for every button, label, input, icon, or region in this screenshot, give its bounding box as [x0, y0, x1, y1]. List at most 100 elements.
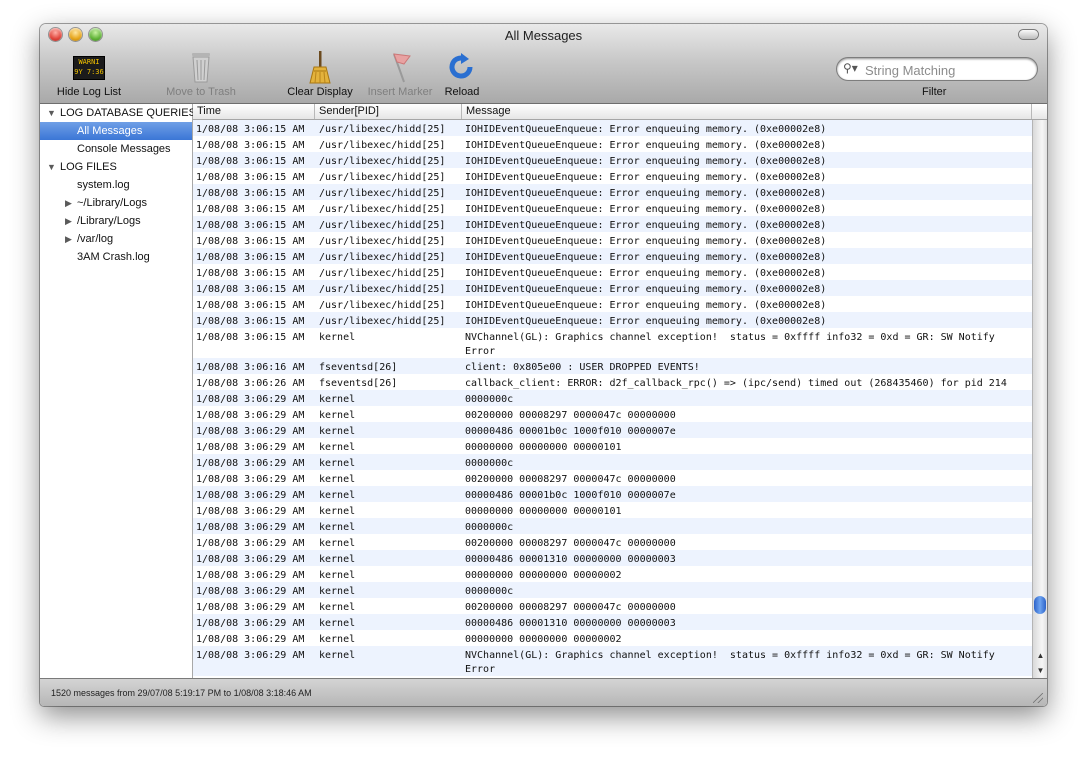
table-row[interactable]: 1/08/08 3:06:15 AM/usr/libexec/hidd[25] I…: [193, 248, 1032, 264]
table-row[interactable]: 1/08/08 3:06:15 AM/usr/libexec/hidd[25] I…: [193, 280, 1032, 296]
table-row[interactable]: 1/08/08 3:06:15 AM/usr/libexec/hidd[25] I…: [193, 296, 1032, 312]
table-row[interactable]: 1/08/08 3:06:29 AM kernel 00000000 0000000…: [193, 502, 1032, 518]
sidebar-item-console-messages[interactable]: Console Messages: [40, 140, 192, 158]
disclosure-closed-icon[interactable]: ▶: [65, 194, 72, 212]
cell-message: 0000000c: [465, 522, 514, 533]
cell-sender: kernel: [319, 522, 356, 533]
search-field[interactable]: ⚲▾: [837, 58, 1037, 80]
resize-grip-icon[interactable]: [1033, 693, 1043, 703]
table-row[interactable]: 1/08/08 3:06:26 AM fseventsd[26] callback_…: [193, 374, 1032, 390]
cell-message: IOHIDEventQueueEnqueue: Error enqueuing …: [465, 316, 827, 327]
cell-time: 1/08/08 3:06:26 AM: [196, 378, 305, 389]
table-row[interactable]: 1/08/08 3:06:15 AM kernel NVChannel(GL): G…: [193, 328, 1032, 358]
section-log-files[interactable]: ▼ LOG FILES: [40, 158, 192, 176]
table-row[interactable]: 1/08/08 3:06:29 AM kernel 00000486 0000131…: [193, 550, 1032, 566]
table-row[interactable]: 1/08/08 3:06:29 AM kernel 00000000 0000000…: [193, 630, 1032, 646]
hide-log-list-button[interactable]: WARNI 9Y 7:36 Hide Log List: [48, 50, 130, 98]
insert-marker-label: Insert Marker: [367, 86, 433, 98]
cell-time: 1/08/08 3:06:15 AM: [196, 268, 305, 279]
clear-display-button[interactable]: Clear Display: [280, 50, 360, 98]
cell-sender: kernel: [319, 538, 356, 549]
insert-marker-button[interactable]: Insert Marker: [360, 50, 440, 98]
table-row[interactable]: 1/08/08 3:06:29 AM kernel 0000000c: [193, 518, 1032, 534]
section-log-database-queries[interactable]: ▼ LOG DATABASE QUERIES: [40, 104, 196, 122]
table-row[interactable]: 1/08/08 3:06:16 AM fseventsd[26] client: 0…: [193, 358, 1032, 374]
sidebar-item-var-log[interactable]: ▶ /var/log: [40, 230, 192, 248]
table-row[interactable]: 1/08/08 3:06:29 AM kernel 0000000c: [193, 454, 1032, 470]
cell-sender: kernel: [319, 394, 356, 405]
table-row[interactable]: 1/08/08 3:06:29 AM kernel 00200000 0000829…: [193, 470, 1032, 486]
vertical-scrollbar[interactable]: ▲ ▼: [1032, 120, 1047, 678]
sidebar-item-system-log[interactable]: system.log: [40, 176, 192, 194]
table-row[interactable]: 1/08/08 3:06:29 AM kernel 00000000 0000000…: [193, 566, 1032, 582]
cell-sender: /usr/libexec/hidd[25]: [319, 188, 446, 199]
table-row[interactable]: 1/08/08 3:06:15 AM/usr/libexec/hidd[25] I…: [193, 264, 1032, 280]
table-row[interactable]: 1/08/08 3:06:15 AM/usr/libexec/hidd[25] I…: [193, 168, 1032, 184]
cell-time: 1/08/08 3:06:29 AM: [196, 586, 305, 597]
scroll-thumb[interactable]: [1034, 596, 1046, 614]
table-row[interactable]: 1/08/08 3:06:15 AM/usr/libexec/hidd[25] I…: [193, 200, 1032, 216]
sidebar-item-user-library-logs[interactable]: ▶ ~/Library/Logs: [40, 194, 192, 212]
log-list-sidebar: ▼ LOG DATABASE QUERIES All Messages Cons…: [40, 104, 196, 678]
cell-time: 1/08/08 3:06:15 AM: [196, 236, 305, 247]
sidebar-item-all-messages[interactable]: All Messages: [40, 122, 192, 140]
table-row[interactable]: 1/08/08 3:06:29 AM kernel 00000486 0000131…: [193, 614, 1032, 630]
cell-sender: /usr/libexec/hidd[25]: [319, 316, 446, 327]
table-row[interactable]: 1/08/08 3:06:29 AM kernel 00000000 0000000…: [193, 438, 1032, 454]
table-row[interactable]: 1/08/08 3:06:15 AM/usr/libexec/hidd[25] I…: [193, 312, 1032, 328]
column-header-sender[interactable]: Sender[PID]: [315, 104, 462, 119]
reload-icon: [444, 50, 480, 84]
table-header: Time Sender[PID] Message: [193, 104, 1047, 120]
disclosure-closed-icon[interactable]: ▶: [65, 212, 72, 230]
cell-message: 00200000 00008297 0000047c 00000000: [465, 474, 676, 485]
search-input[interactable]: [863, 60, 1035, 80]
sidebar-item-3am-crash-log[interactable]: 3AM Crash.log: [40, 248, 192, 266]
cell-time: 1/08/08 3:06:29 AM: [196, 410, 305, 421]
cell-sender: kernel: [319, 618, 356, 629]
table-row[interactable]: 1/08/08 3:06:15 AM/usr/libexec/hidd[25] I…: [193, 184, 1032, 200]
table-row[interactable]: 1/08/08 3:06:29 AM kernel NVChannel(GL): G…: [193, 646, 1032, 676]
table-row[interactable]: 1/08/08 3:06:15 AM/usr/libexec/hidd[25] I…: [193, 152, 1032, 168]
table-row[interactable]: 1/08/08 3:06:29 AM kernel 0000000c: [193, 390, 1032, 406]
disclosure-open-icon[interactable]: ▼: [47, 104, 56, 122]
column-header-time[interactable]: Time: [193, 104, 315, 119]
sidebar-item-library-logs[interactable]: ▶ /Library/Logs: [40, 212, 192, 230]
cell-time: 1/08/08 3:06:15 AM: [196, 316, 305, 327]
cell-time: 1/08/08 3:06:29 AM: [196, 618, 305, 629]
table-row[interactable]: 1/08/08 3:06:29 AM kernel 00200000 0000829…: [193, 406, 1032, 422]
table-row[interactable]: 1/08/08 3:06:29 AM kernel 00200000 0000829…: [193, 534, 1032, 550]
trash-icon: [183, 50, 219, 84]
table-row[interactable]: 1/08/08 3:06:15 AM/usr/libexec/hidd[25] I…: [193, 216, 1032, 232]
cell-sender: kernel: [319, 650, 356, 661]
table-row[interactable]: 1/08/08 3:06:15 AM/usr/libexec/hidd[25] I…: [193, 136, 1032, 152]
reload-button[interactable]: Reload: [438, 50, 486, 98]
table-row[interactable]: 1/08/08 3:06:29 AM kernel 00000486 00001b0…: [193, 422, 1032, 438]
message-table[interactable]: 1/08/08 3:06:15 AM/usr/libexec/hidd[25] I…: [193, 120, 1032, 678]
cell-time: 1/08/08 3:06:15 AM: [196, 204, 305, 215]
scroll-down-arrow-icon[interactable]: ▼: [1033, 663, 1047, 678]
cell-message: 00000000 00000000 00000002: [465, 634, 622, 645]
table-row[interactable]: 1/08/08 3:06:29 AM kernel 00000486 00001b0…: [193, 486, 1032, 502]
move-to-trash-button[interactable]: Move to Trash: [160, 50, 242, 98]
cell-message: 00000486 00001310 00000000 00000003: [465, 554, 676, 565]
move-to-trash-label: Move to Trash: [166, 86, 236, 98]
cell-message: 00000000 00000000 00000101: [465, 506, 622, 517]
cell-time: 1/08/08 3:06:29 AM: [196, 602, 305, 613]
table-row[interactable]: 1/08/08 3:06:29 AM kernel 0000000c: [193, 582, 1032, 598]
scroll-up-arrow-icon[interactable]: ▲: [1033, 648, 1047, 663]
cell-sender: /usr/libexec/hidd[25]: [319, 140, 446, 151]
table-row[interactable]: 1/08/08 3:06:15 AM/usr/libexec/hidd[25] I…: [193, 120, 1032, 136]
disclosure-open-icon[interactable]: ▼: [47, 158, 56, 176]
cell-message: IOHIDEventQueueEnqueue: Error enqueuing …: [465, 284, 827, 295]
table-row[interactable]: 1/08/08 3:06:15 AM/usr/libexec/hidd[25] I…: [193, 232, 1032, 248]
toolbar-toggle-button[interactable]: [1019, 30, 1038, 39]
table-row[interactable]: 1/08/08 3:06:29 AM kernel 00200000 0000829…: [193, 598, 1032, 614]
window-title: All Messages: [504, 28, 583, 43]
disclosure-closed-icon[interactable]: ▶: [65, 230, 72, 248]
scroll-arrows[interactable]: ▲ ▼: [1033, 648, 1047, 678]
column-header-message[interactable]: Message: [462, 104, 1032, 119]
reload-label: Reload: [444, 86, 480, 98]
section-label: LOG FILES: [60, 161, 117, 173]
cell-message: 00000000 00000000 00000101: [465, 442, 622, 453]
cell-message: 00200000 00008297 0000047c 00000000: [465, 538, 676, 549]
